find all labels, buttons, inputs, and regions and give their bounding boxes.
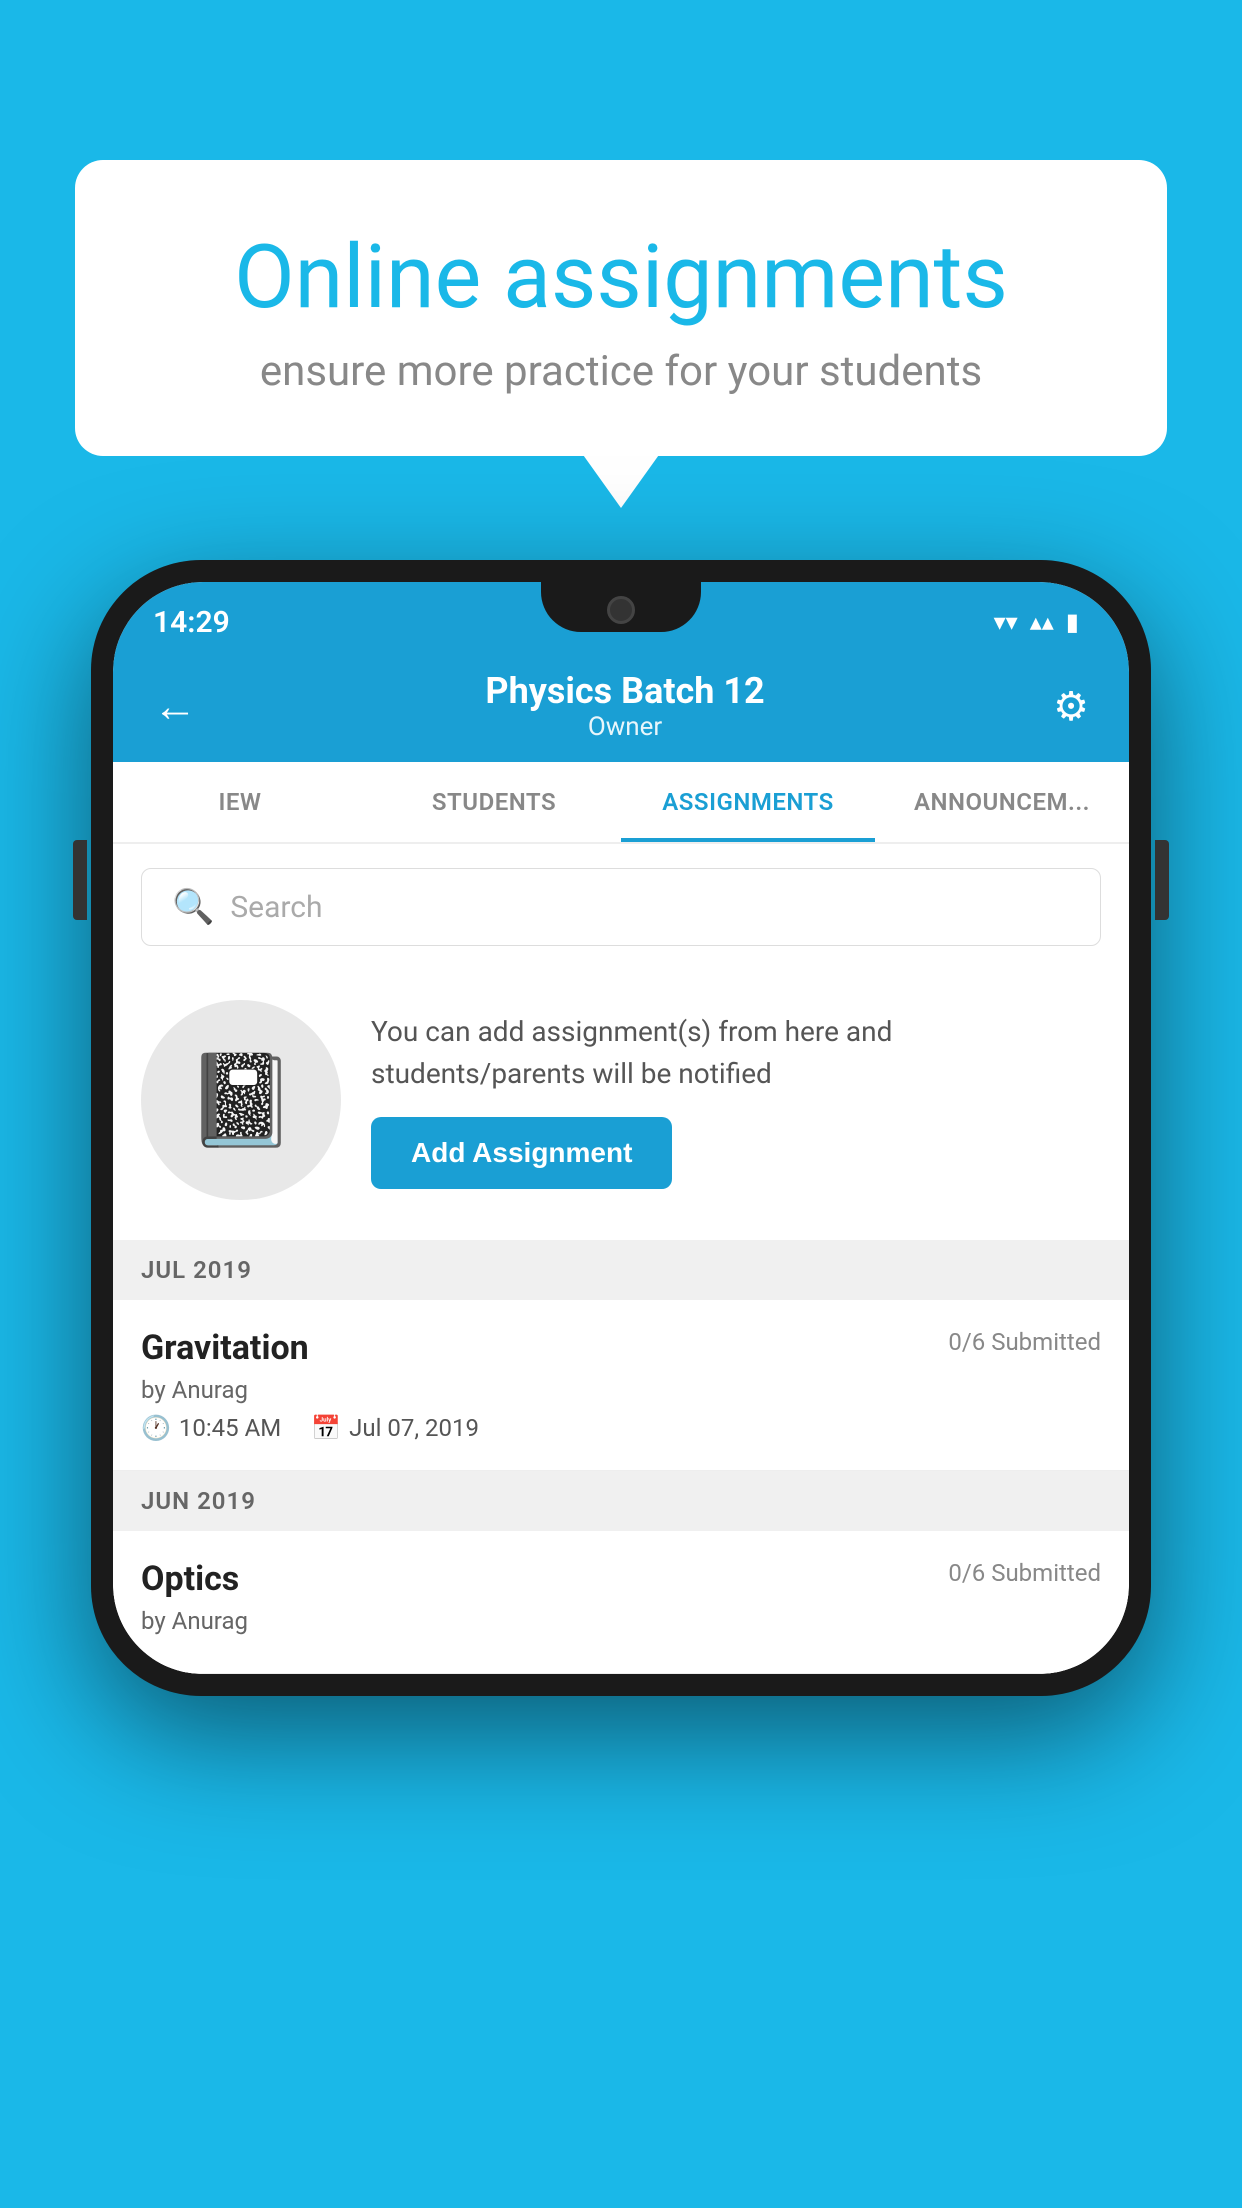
tab-assignments[interactable]: ASSIGNMENTS: [621, 762, 875, 842]
screen: 14:29 ▾▾ ▴▴ ▮ ← Physics Batch 12 Owner ⚙: [113, 582, 1129, 1674]
assignment-submitted-optics: 0/6 Submitted: [948, 1559, 1101, 1587]
app-bar: ← Physics Batch 12 Owner ⚙: [113, 652, 1129, 762]
search-bar[interactable]: 🔍 Search: [141, 868, 1101, 946]
assignment-name: Gravitation: [141, 1328, 309, 1368]
assignment-top: Gravitation 0/6 Submitted: [141, 1328, 1101, 1368]
settings-icon[interactable]: ⚙: [1053, 683, 1089, 730]
bubble-subtitle: ensure more practice for your students: [155, 347, 1087, 396]
assignment-name-optics: Optics: [141, 1559, 239, 1599]
status-time: 14:29: [153, 605, 230, 640]
assignment-top-optics: Optics 0/6 Submitted: [141, 1559, 1101, 1599]
add-assignment-button[interactable]: Add Assignment: [371, 1117, 672, 1189]
assignment-time-value: 10:45 AM: [179, 1414, 281, 1442]
battery-icon: ▮: [1066, 608, 1079, 636]
assignment-item-gravitation[interactable]: Gravitation 0/6 Submitted by Anurag 🕐 10…: [113, 1300, 1129, 1471]
promo-section: 📓 You can add assignment(s) from here an…: [113, 970, 1129, 1240]
screen-title: Physics Batch 12: [485, 670, 764, 712]
phone-outer: 14:29 ▾▾ ▴▴ ▮ ← Physics Batch 12 Owner ⚙: [91, 560, 1151, 1696]
calendar-icon: 📅: [311, 1414, 341, 1442]
tab-bar: IEW STUDENTS ASSIGNMENTS ANNOUNCEM...: [113, 762, 1129, 844]
section-header-jun: JUN 2019: [113, 1471, 1129, 1531]
assignment-author-optics: by Anurag: [141, 1607, 1101, 1635]
promo-card: Online assignments ensure more practice …: [75, 160, 1167, 456]
screen-subtitle: Owner: [485, 712, 764, 742]
assignment-submitted: 0/6 Submitted: [948, 1328, 1101, 1356]
wifi-icon: ▾▾: [994, 608, 1018, 636]
assignment-item-optics[interactable]: Optics 0/6 Submitted by Anurag: [113, 1531, 1129, 1674]
content-area: 🔍 Search 📓 You can add assignment(s) fro…: [113, 868, 1129, 1674]
assignment-date-value: Jul 07, 2019: [349, 1414, 479, 1442]
promo-icon-wrap: 📓: [141, 1000, 341, 1200]
phone-inner: 14:29 ▾▾ ▴▴ ▮ ← Physics Batch 12 Owner ⚙: [113, 582, 1129, 1674]
phone-notch: [541, 582, 701, 632]
tab-iew[interactable]: IEW: [113, 762, 367, 842]
clock-icon: 🕐: [141, 1414, 171, 1442]
search-icon: 🔍: [172, 887, 214, 927]
tab-announcements[interactable]: ANNOUNCEM...: [875, 762, 1129, 842]
promo-text-area: You can add assignment(s) from here and …: [371, 1011, 1101, 1189]
assignment-author: by Anurag: [141, 1376, 1101, 1404]
assignment-date: 📅 Jul 07, 2019: [311, 1414, 479, 1442]
notebook-icon: 📓: [185, 1048, 297, 1153]
tab-students[interactable]: STUDENTS: [367, 762, 621, 842]
phone-mockup: 14:29 ▾▾ ▴▴ ▮ ← Physics Batch 12 Owner ⚙: [91, 560, 1151, 1696]
camera: [607, 596, 635, 624]
promo-description: You can add assignment(s) from here and …: [371, 1011, 1101, 1095]
speech-bubble: Online assignments ensure more practice …: [75, 160, 1167, 456]
signal-icon: ▴▴: [1030, 608, 1054, 636]
search-placeholder: Search: [230, 890, 322, 925]
status-icons: ▾▾ ▴▴ ▮: [994, 608, 1079, 636]
back-button[interactable]: ←: [153, 680, 197, 732]
bubble-title: Online assignments: [155, 230, 1087, 327]
assignment-meta: 🕐 10:45 AM 📅 Jul 07, 2019: [141, 1414, 1101, 1442]
section-header-jul: JUL 2019: [113, 1240, 1129, 1300]
assignment-time: 🕐 10:45 AM: [141, 1414, 281, 1442]
app-bar-title: Physics Batch 12 Owner: [485, 670, 764, 742]
